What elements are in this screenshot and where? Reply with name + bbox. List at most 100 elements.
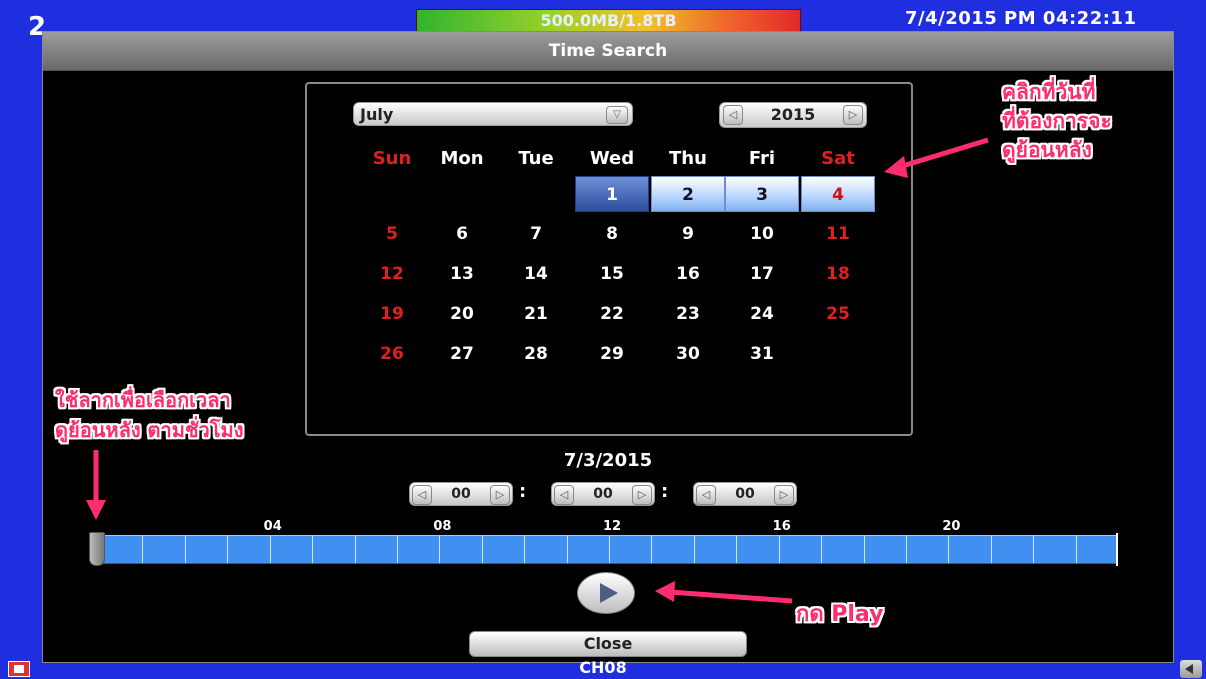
calendar-hint-line: ดูย้อนหลัง [1002,138,1092,162]
timeline-tick [312,536,314,563]
calendar-day[interactable]: 4 [801,176,875,212]
calendar-day[interactable]: 15 [575,256,649,292]
timeline-tick [566,536,568,563]
weekday-label: Wed [589,148,635,169]
calendar-day[interactable]: 8 [575,216,649,252]
calendar-hint-line: ที่ต้องการจะ [1002,109,1112,133]
timeline-drag-handle[interactable] [89,532,105,566]
calendar-day[interactable]: 22 [575,296,649,332]
system-clock: 7/4/2015 PM 04:22:11 [905,8,1137,29]
hour-value: 00 [451,486,471,502]
timeline-tick [269,536,271,563]
calendar-day[interactable]: 3 [725,176,799,212]
close-button[interactable]: Close [469,631,747,657]
timeline-tick [736,536,738,563]
minute-prev-icon[interactable]: ◁ [554,485,574,505]
year-value: 2015 [770,105,816,124]
calendar-day[interactable]: 19 [355,296,429,332]
timeline-tick [990,536,992,563]
calendar-day[interactable]: 7 [499,216,573,252]
selected-date: 7/3/2015 [563,450,653,471]
hour-mark-label: 12 [603,519,622,534]
play-hint: กด Play [796,602,884,627]
calendar-day[interactable]: 1 [575,176,649,212]
calendar-day[interactable]: 28 [499,336,573,372]
calendar-day[interactable]: 2 [651,176,725,212]
timeline-tick [948,536,950,563]
second-value: 00 [735,486,755,502]
timeline-tick [439,536,441,563]
weekday-label: Sun [372,148,412,169]
minute-value: 00 [593,486,613,502]
calendar-day[interactable]: 12 [355,256,429,292]
minute-spinner[interactable]: ◁ 00 ▷ [551,482,655,506]
hour-mark-label: 20 [942,519,961,534]
second-spinner[interactable]: ◁ 00 ▷ [693,482,797,506]
hour-prev-icon[interactable]: ◁ [412,485,432,505]
timeline-tick [1075,536,1077,563]
hour-mark-label: 04 [263,519,282,534]
chevron-down-icon[interactable]: ▽ [606,106,628,124]
calendar-day[interactable]: 18 [801,256,875,292]
weekday-label: Tue [518,148,554,169]
minute-next-icon[interactable]: ▷ [632,485,652,505]
timeline-tick [863,536,865,563]
calendar-day[interactable]: 6 [425,216,499,252]
storage-usage-bar: 500.0MB/1.8TB [416,9,801,33]
month-select[interactable]: July ▽ [353,102,633,126]
timeline-end-marker [1116,533,1118,566]
calendar-day[interactable]: 13 [425,256,499,292]
timeline-hint: ใช้ลากเพื่อเลือกเวลา ดูย้อนหลัง ตามชั่วโ… [55,385,243,445]
second-next-icon[interactable]: ▷ [774,485,794,505]
timeline-tick [651,536,653,563]
timeline-tick [227,536,229,563]
calendar-day[interactable]: 5 [355,216,429,252]
calendar-panel: July ▽ ◁ 2015 ▷ Sun Mon Tue Wed Thu Fri Sat 12… [305,82,913,436]
timeline-tick [524,536,526,563]
calendar-day[interactable]: 31 [725,336,799,372]
calendar-day[interactable]: 30 [651,336,725,372]
channel-label: CH08 [579,658,627,677]
calendar-day[interactable]: 27 [425,336,499,372]
calendar-day[interactable]: 29 [575,336,649,372]
calendar-hint-line: คลิกที่วันที่ [1002,80,1096,104]
weekday-label: Sat [821,148,855,169]
play-icon [600,583,618,603]
second-prev-icon[interactable]: ◁ [696,485,716,505]
calendar-day[interactable]: 16 [651,256,725,292]
timeline-tick [1033,536,1035,563]
timeline-hint-line: ดูย้อนหลัง ตามชั่วโมง [55,418,244,442]
timeline-tick [396,536,398,563]
weekday-label: Fri [748,148,776,169]
year-next-icon[interactable]: ▷ [843,105,863,125]
play-button[interactable] [577,572,635,614]
calendar-day[interactable]: 26 [355,336,429,372]
weekday-label: Thu [669,148,707,169]
timeline-tick [354,536,356,563]
calendar-hint: คลิกที่วันที่ ที่ต้องการจะ ดูย้อนหลัง [1002,78,1112,165]
hour-timeline[interactable] [100,535,1118,564]
calendar-day[interactable]: 25 [801,296,875,332]
weekday-label: Mon [440,148,484,169]
hour-mark-label: 16 [772,519,791,534]
calendar-day[interactable]: 11 [801,216,875,252]
calendar-day[interactable]: 20 [425,296,499,332]
calendar-day[interactable]: 23 [651,296,725,332]
calendar-day[interactable]: 17 [725,256,799,292]
timeline-hint-line: ใช้ลากเพื่อเลือกเวลา [55,388,231,412]
timeline-tick [693,536,695,563]
hour-spinner[interactable]: ◁ 00 ▷ [409,482,513,506]
speaker-icon[interactable] [1180,660,1202,678]
dialog-title: Time Search [43,32,1173,71]
timeline-tick [609,536,610,563]
calendar-day[interactable]: 21 [499,296,573,332]
calendar-day[interactable]: 9 [651,216,725,252]
year-spinner[interactable]: ◁ 2015 ▷ [719,102,867,128]
hour-next-icon[interactable]: ▷ [490,485,510,505]
time-separator: : [519,481,527,502]
calendar-day[interactable]: 14 [499,256,573,292]
year-prev-icon[interactable]: ◁ [723,105,743,125]
calendar-day[interactable]: 24 [725,296,799,332]
time-separator: : [661,481,669,502]
calendar-day[interactable]: 10 [725,216,799,252]
